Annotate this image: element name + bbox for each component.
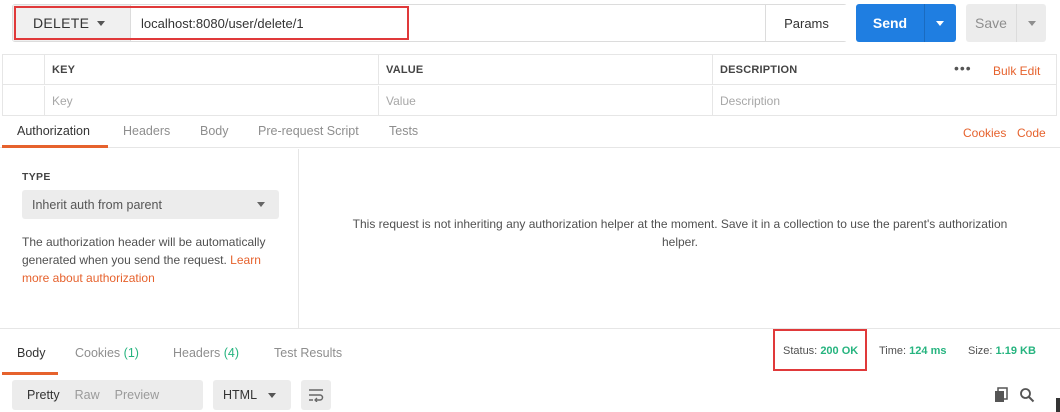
authorization-panel: TYPE Inherit auth from parent The author… — [0, 149, 1060, 328]
chevron-down-icon — [257, 202, 265, 207]
bulk-edit-link[interactable]: Bulk Edit — [993, 64, 1040, 78]
copy-icon — [995, 387, 1008, 402]
description-header-label: DESCRIPTION — [720, 64, 798, 76]
response-cookies-count: (1) — [123, 346, 139, 360]
auth-message: This request is not inheriting any autho… — [352, 217, 1008, 249]
request-bar: DELETE Params Send Save — [0, 0, 1060, 48]
view-mode-pretty[interactable]: Pretty — [12, 388, 60, 402]
response-tab-headers-label: Headers — [173, 346, 221, 360]
response-toolbar: Pretty Raw Preview HTML — [0, 378, 1060, 412]
method-label: DELETE — [33, 15, 90, 31]
view-mode-preview[interactable]: Preview — [100, 388, 159, 402]
params-table: KEY VALUE DESCRIPTION ••• Bulk Edit — [2, 54, 1057, 116]
params-checkbox-header — [3, 55, 44, 85]
params-header-row: KEY VALUE DESCRIPTION ••• Bulk Edit — [3, 55, 1056, 85]
copy-button[interactable] — [992, 386, 1010, 404]
active-tab-indicator — [2, 145, 108, 148]
param-key-input[interactable] — [52, 94, 352, 108]
tab-headers[interactable]: Headers — [123, 124, 170, 138]
wrap-lines-button[interactable] — [301, 380, 331, 410]
format-value: HTML — [223, 388, 258, 402]
auth-note-text: The authorization header will be automat… — [22, 235, 266, 267]
tab-pre-request-script[interactable]: Pre-request Script — [258, 124, 359, 138]
response-tab-headers[interactable]: Headers (4) — [173, 346, 239, 360]
request-tabs: Authorization Headers Body Pre-request S… — [0, 116, 1060, 148]
cookies-link[interactable]: Cookies — [963, 126, 1006, 140]
time-value: 124 ms — [909, 345, 947, 357]
params-empty-row — [3, 86, 1056, 116]
view-mode-toggle: Pretty Raw Preview — [12, 380, 203, 410]
more-options-icon[interactable]: ••• — [954, 61, 972, 75]
wrap-lines-icon — [309, 389, 324, 402]
tab-body[interactable]: Body — [200, 124, 229, 138]
params-header-value: VALUE — [378, 55, 712, 85]
auth-type-value: Inherit auth from parent — [32, 197, 162, 212]
code-link[interactable]: Code — [1017, 126, 1046, 140]
status-readout: Status: 200 OK — [783, 345, 858, 357]
view-mode-raw[interactable]: Raw — [60, 388, 100, 402]
tab-authorization[interactable]: Authorization — [17, 124, 90, 138]
save-button[interactable]: Save — [966, 4, 1046, 42]
send-divider — [924, 4, 925, 42]
chevron-down-icon — [268, 393, 276, 398]
type-label: TYPE — [22, 171, 51, 183]
params-button[interactable]: Params — [765, 5, 847, 41]
response-headers-count: (4) — [223, 346, 240, 360]
send-button[interactable]: Send — [856, 4, 956, 42]
save-label: Save — [975, 15, 1007, 31]
save-divider — [1016, 4, 1017, 42]
auth-note: The authorization header will be automat… — [22, 233, 284, 287]
search-button[interactable] — [1018, 386, 1036, 404]
active-response-tab-indicator — [2, 372, 58, 375]
param-value-input[interactable] — [386, 94, 686, 108]
response-bar: Body Cookies (1) Headers (4) Test Result… — [0, 328, 1060, 375]
size-value: 1.19 KB — [995, 345, 1036, 357]
chevron-down-icon[interactable] — [1028, 20, 1036, 26]
status-value: 200 OK — [820, 345, 859, 357]
params-key-cell — [44, 86, 378, 116]
response-tab-cookies[interactable]: Cookies (1) — [75, 346, 139, 360]
params-value-cell — [378, 86, 712, 116]
tab-tests[interactable]: Tests — [389, 124, 418, 138]
response-tab-body[interactable]: Body — [17, 346, 46, 360]
size-label: Size: — [968, 345, 993, 357]
method-select[interactable]: DELETE — [13, 5, 131, 41]
params-description-cell — [712, 86, 1056, 116]
method-url-group: DELETE Params — [12, 4, 847, 42]
params-header-key: KEY — [44, 55, 378, 85]
param-description-input[interactable] — [720, 94, 1020, 108]
response-tab-cookies-label: Cookies — [75, 346, 121, 360]
send-label: Send — [872, 15, 908, 31]
scrollbar-edge — [1056, 398, 1060, 412]
chevron-down-icon[interactable] — [936, 20, 944, 26]
format-select[interactable]: HTML — [213, 380, 291, 410]
size-readout: Size: 1.19 KB — [968, 345, 1036, 357]
search-icon — [1020, 388, 1035, 403]
auth-type-select[interactable]: Inherit auth from parent — [22, 190, 279, 219]
status-label: Status: — [783, 345, 818, 357]
params-row-checkbox — [3, 86, 44, 116]
time-label: Time: — [879, 345, 907, 357]
auth-type-panel: TYPE Inherit auth from parent The author… — [0, 149, 299, 328]
chevron-down-icon — [97, 21, 105, 26]
url-input[interactable] — [141, 5, 761, 41]
time-readout: Time: 124 ms — [879, 345, 946, 357]
response-tab-test-results[interactable]: Test Results — [274, 346, 342, 360]
